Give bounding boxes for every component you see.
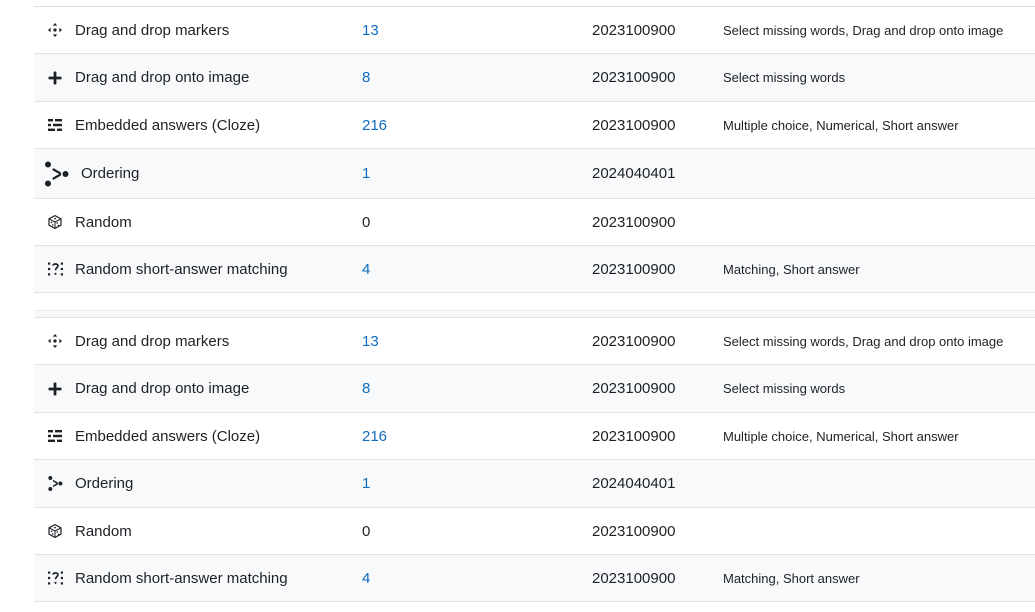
- requires-cell: Select missing words, Drag and drop onto…: [723, 22, 1004, 38]
- question-type-name-cell: Drag and drop onto image: [34, 380, 362, 398]
- table-row: Embedded answers (Cloze) 216 2023100900 Mul…: [34, 101, 1035, 148]
- question-type-name-cell: Ordering: [34, 475, 362, 493]
- table-row: Drag and drop onto image 8 2023100900 Selec…: [34, 53, 1035, 101]
- question-type-name-cell: Embedded answers (Cloze): [34, 116, 362, 134]
- version-cell: 2023100900: [592, 260, 676, 278]
- embedded-answers-icon: [46, 427, 64, 445]
- question-count-cell: 0: [362, 523, 592, 540]
- requires-cell: Select missing words: [723, 381, 846, 396]
- question-type-name-cell: Drag and drop markers: [34, 332, 362, 350]
- version-cell: 2023100900: [592, 427, 676, 445]
- question-count-link[interactable]: 216: [362, 428, 387, 445]
- version-cell: 2023100900: [592, 332, 676, 350]
- question-type-name-cell: Random: [34, 522, 362, 540]
- table-row: Random 0 2023100900: [34, 198, 1035, 245]
- question-type-name: Ordering: [75, 475, 134, 492]
- requires-cell: Select missing words, Drag and drop onto…: [723, 333, 1004, 349]
- question-count-link[interactable]: 1: [362, 475, 370, 492]
- random-icon: [46, 213, 64, 231]
- table-row: Ordering 1 2024040401: [34, 148, 1035, 198]
- question-type-name: Drag and drop markers: [75, 332, 230, 350]
- question-type-name: Drag and drop markers: [75, 21, 230, 39]
- question-type-name: Ordering: [81, 165, 140, 182]
- question-count-cell: 4: [362, 261, 592, 278]
- question-type-name-cell: Embedded answers (Cloze): [34, 427, 362, 445]
- table-row: Drag and drop markers 13 2023100900 Select …: [34, 317, 1035, 364]
- version-cell: 2023100900: [592, 213, 676, 231]
- requires-cell: Matching, Short answer: [723, 570, 860, 586]
- table-row: Ordering 1 2024040401: [34, 459, 1035, 507]
- version-cell: 2023100900: [592, 69, 676, 86]
- question-count-cell: 13: [362, 22, 592, 39]
- question-type-name-cell: Random: [34, 213, 362, 231]
- question-count-link[interactable]: 13: [362, 333, 379, 350]
- version-cell: 2024040401: [592, 165, 676, 182]
- question-type-name: Embedded answers (Cloze): [75, 116, 261, 134]
- random-short-answer-matching-icon: [46, 260, 64, 278]
- question-count-cell: 13: [362, 333, 592, 350]
- question-count-link[interactable]: 4: [362, 570, 370, 587]
- drag-drop-markers-icon: [46, 21, 64, 39]
- version-cell: 2024040401: [592, 475, 676, 492]
- table-row: Random 0 2023100900: [34, 507, 1035, 554]
- question-type-name-cell: Ordering: [34, 161, 362, 187]
- question-count-cell: 0: [362, 214, 592, 231]
- question-type-name: Random short-answer matching: [75, 260, 288, 278]
- question-count-link[interactable]: 8: [362, 380, 370, 397]
- question-type-name-cell: Random short-answer matching: [34, 569, 362, 587]
- question-types-page: Drag and drop markers 13 2023100900 Select …: [0, 0, 1035, 612]
- question-type-name: Drag and drop onto image: [75, 380, 250, 397]
- question-type-name: Random short-answer matching: [75, 569, 288, 587]
- question-count-link[interactable]: 1: [362, 165, 370, 182]
- question-count-cell: 216: [362, 428, 592, 445]
- question-type-name: Random: [75, 213, 132, 231]
- random-short-answer-matching-icon: [46, 569, 64, 587]
- requires-cell: Matching, Short answer: [723, 261, 860, 277]
- question-count-cell: 216: [362, 117, 592, 134]
- drag-drop-markers-icon: [46, 332, 64, 350]
- version-cell: 2023100900: [592, 522, 676, 540]
- version-cell: 2023100900: [592, 380, 676, 397]
- question-count-cell: 8: [362, 69, 592, 86]
- embedded-answers-icon: [46, 116, 64, 134]
- requires-cell: Multiple choice, Numerical, Short answer: [723, 428, 959, 444]
- question-type-name-cell: Drag and drop markers: [34, 21, 362, 39]
- table-row: Random short-answer matching 4 2023100900 M…: [34, 554, 1035, 602]
- table-row: Random short-answer matching 4 2023100900 M…: [34, 245, 1035, 293]
- table-row: Drag and drop onto image 8 2023100900 Selec…: [34, 364, 1035, 412]
- drag-drop-onto-image-icon: [46, 380, 64, 398]
- question-type-name: Embedded answers (Cloze): [75, 427, 261, 445]
- question-type-name: Drag and drop onto image: [75, 69, 250, 86]
- question-types-table-1: Drag and drop markers 13 2023100900 Select …: [34, 6, 1035, 293]
- question-type-name-cell: Random short-answer matching: [34, 260, 362, 278]
- table-row: Drag and drop markers 13 2023100900 Select …: [34, 6, 1035, 53]
- requires-cell: Select missing words: [723, 70, 846, 85]
- question-count-link[interactable]: 216: [362, 117, 387, 134]
- question-count-link[interactable]: 13: [362, 22, 379, 39]
- question-count-cell: 1: [362, 475, 592, 492]
- question-count-link[interactable]: 4: [362, 261, 370, 278]
- ordering-icon: [46, 475, 64, 493]
- ordering-icon: [44, 161, 70, 187]
- requires-cell: Multiple choice, Numerical, Short answer: [723, 117, 959, 133]
- question-count-cell: 1: [362, 165, 592, 182]
- version-cell: 2023100900: [592, 569, 676, 587]
- question-count: 0: [362, 522, 371, 540]
- question-count: 0: [362, 213, 371, 231]
- version-cell: 2023100900: [592, 116, 676, 134]
- question-count-link[interactable]: 8: [362, 69, 370, 86]
- random-icon: [46, 522, 64, 540]
- question-type-name-cell: Drag and drop onto image: [34, 69, 362, 87]
- version-cell: 2023100900: [592, 21, 676, 39]
- question-types-table-2: Drag and drop markers 13 2023100900 Select …: [34, 317, 1035, 602]
- drag-drop-onto-image-icon: [46, 69, 64, 87]
- question-type-name: Random: [75, 522, 132, 540]
- question-count-cell: 8: [362, 380, 592, 397]
- question-count-cell: 4: [362, 570, 592, 587]
- table-row: Embedded answers (Cloze) 216 2023100900 Mul…: [34, 412, 1035, 459]
